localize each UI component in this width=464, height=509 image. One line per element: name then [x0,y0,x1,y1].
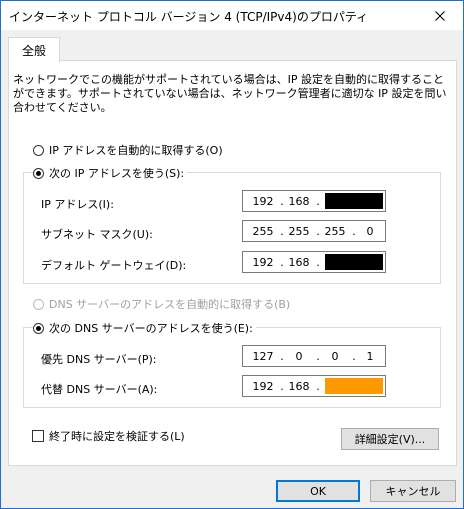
subnet-dot: . [280,225,284,238]
alternate-dns-dot: . [316,380,320,393]
ip-dot: . [280,195,284,208]
alternate-dns-input[interactable]: 192 . 168 . [242,375,386,397]
preferred-dns-octet-2: 0 [295,350,303,363]
preferred-dns-dot: . [280,350,284,363]
gateway-input[interactable]: 192 . 168 . [242,251,386,273]
cancel-button-label: キャンセル [385,485,441,498]
cancel-button[interactable]: キャンセル [370,480,456,502]
alternate-dns-label: 代替 DNS サーバー(A): [41,383,158,396]
ip-octet-1: 192 [252,195,274,208]
title-bar: インターネット プロトコル バージョン 4 (TCP/IPv4)のプロパティ [1,1,463,30]
preferred-dns-octet-4: 1 [366,350,374,363]
ip-dot: . [316,195,320,208]
subnet-dot: . [316,225,320,238]
validate-label: 終了時に設定を検証する(L) [49,430,185,443]
dns-manual-label: 次の DNS サーバーのアドレスを使う(E): [49,322,253,335]
gateway-dot: . [280,256,284,269]
subnet-dot: . [352,225,356,238]
preferred-dns-label: 優先 DNS サーバー(P): [41,353,157,366]
ip-address-input[interactable]: 192 . 168 . [242,190,386,212]
advanced-button-label: 詳細設定(V)... [354,433,426,446]
dns-auto-label: DNS サーバーのアドレスを自動的に取得する(B) [49,298,291,311]
subnet-octet-2: 255 [288,225,310,238]
subnet-octet-3: 255 [324,225,346,238]
validate-checkbox-box [32,430,44,442]
subnet-mask-label: サブネット マスク(U): [41,228,153,241]
ok-button[interactable]: OK [276,480,360,502]
ok-button-label: OK [310,484,326,498]
ip-octet-2: 168 [288,195,310,208]
redaction-block [325,193,383,209]
dns-manual-radio-circle [33,322,44,334]
advanced-button[interactable]: 詳細設定(V)... [341,428,439,450]
gateway-octet-1: 192 [252,256,274,269]
ip-auto-label: IP アドレスを自動的に取得する(O) [49,144,223,157]
ip-address-label: IP アドレス(I): [41,198,114,211]
tab-general-label: 全般 [21,43,46,58]
subnet-octet-4: 0 [366,225,374,238]
alternate-dns-octet-2: 168 [288,380,310,393]
redaction-block [325,254,383,270]
subnet-mask-input[interactable]: 255 . 255 . 255 . 0 [242,220,386,242]
ip-manual-radio-circle [33,167,44,179]
dns-auto-radio-circle [33,298,44,310]
ip-auto-radio-circle [33,144,44,156]
tab-general[interactable]: 全般 [8,37,60,62]
preferred-dns-dot: . [316,350,320,363]
ip-auto-radio[interactable]: IP アドレスを自動的に取得する(O) [33,142,226,158]
ip-manual-label: 次の IP アドレスを使う(S): [49,167,185,180]
gateway-octet-2: 168 [288,256,310,269]
ip-manual-radio[interactable]: 次の IP アドレスを使う(S): [33,165,188,181]
gateway-label: デフォルト ゲートウェイ(D): [41,259,187,272]
close-icon [435,10,445,21]
dns-auto-radio: DNS サーバーのアドレスを自動的に取得する(B) [33,296,294,312]
alternate-dns-dot: . [280,380,284,393]
preferred-dns-octet-3: 0 [331,350,339,363]
properties-dialog: インターネット プロトコル バージョン 4 (TCP/IPv4)のプロパティ 全… [0,0,464,509]
preferred-dns-input[interactable]: 127 . 0 . 0 . 1 [242,345,386,367]
alternate-dns-octet-1: 192 [252,380,274,393]
preferred-dns-octet-1: 127 [252,350,274,363]
redaction-block [325,378,383,394]
close-button[interactable] [417,1,463,30]
gateway-dot: . [316,256,320,269]
validate-checkbox[interactable]: 終了時に設定を検証する(L) [32,428,185,444]
preferred-dns-dot: . [352,350,356,363]
subnet-octet-1: 255 [252,225,274,238]
window-title: インターネット プロトコル バージョン 4 (TCP/IPv4)のプロパティ [9,10,369,24]
description-text: ネットワークでこの機能がサポートされている場合は、IP 設定を自動的に取得するこ… [13,73,447,114]
dns-manual-radio[interactable]: 次の DNS サーバーのアドレスを使う(E): [33,320,256,336]
